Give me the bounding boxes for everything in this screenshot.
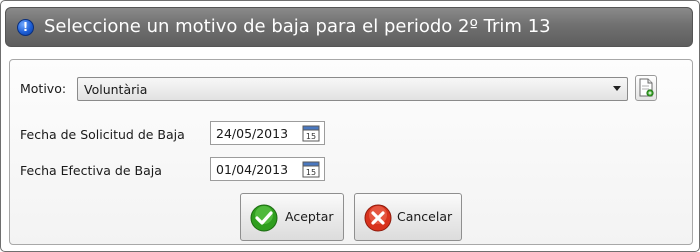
- efectiva-label: Fecha Efectiva de Baja: [20, 163, 162, 178]
- calendar-icon[interactable]: 15: [302, 124, 320, 142]
- dialog-title: Seleccione un motivo de baja para el per…: [44, 16, 551, 37]
- motivo-dropdown[interactable]: Voluntària: [77, 77, 628, 101]
- chevron-down-icon: [613, 86, 621, 91]
- cancel-button[interactable]: Cancelar: [354, 193, 462, 241]
- form-panel: Motivo: Voluntària Fecha de Solicitud de…: [9, 59, 693, 245]
- svg-text:15: 15: [306, 168, 316, 177]
- dialog-window: ! Seleccione un motivo de baja para el p…: [0, 0, 700, 252]
- document-add-icon: [639, 78, 654, 97]
- title-bar: ! Seleccione un motivo de baja para el p…: [5, 7, 693, 47]
- efectiva-date-field[interactable]: 01/04/2013 15: [210, 157, 325, 181]
- efectiva-date-value: 01/04/2013: [216, 162, 289, 177]
- cancel-label: Cancelar: [397, 209, 453, 224]
- solicitud-label: Fecha de Solicitud de Baja: [20, 127, 185, 142]
- solicitud-date-value: 24/05/2013: [216, 126, 289, 141]
- document-button[interactable]: [635, 75, 657, 101]
- cancel-icon: [364, 204, 392, 232]
- checkmark-icon: [250, 204, 278, 232]
- motivo-value: Voluntària: [84, 82, 148, 97]
- accept-label: Aceptar: [285, 209, 334, 224]
- info-icon: !: [17, 19, 34, 36]
- svg-text:15: 15: [306, 132, 316, 141]
- solicitud-date-field[interactable]: 24/05/2013 15: [210, 121, 325, 145]
- motivo-label: Motivo:: [20, 81, 67, 96]
- calendar-icon[interactable]: 15: [302, 160, 320, 178]
- accept-button[interactable]: Aceptar: [240, 193, 344, 241]
